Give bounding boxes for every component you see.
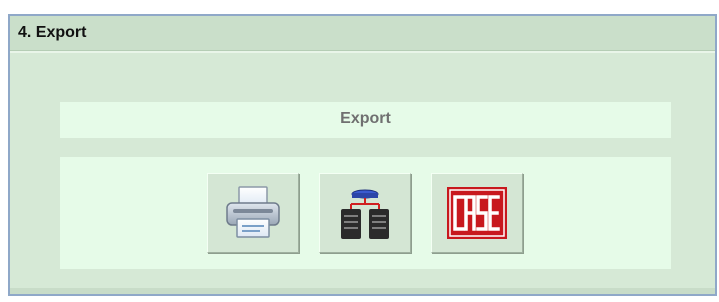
export-button-bar: [60, 157, 671, 269]
print-button[interactable]: [207, 173, 299, 253]
panel-bottom-edge: [10, 288, 715, 294]
export-label-bar: Export: [60, 102, 671, 138]
panel-title: 4. Export: [18, 24, 87, 41]
printer-icon: [226, 186, 280, 238]
export-to-case-button[interactable]: [431, 173, 523, 253]
export-to-server-button[interactable]: [319, 173, 411, 253]
case-logo-icon: [447, 187, 507, 239]
panel-header: 4. Export: [10, 16, 715, 53]
export-section-label: Export: [340, 110, 391, 127]
export-panel: 4. Export Export: [8, 14, 717, 296]
server-network-icon: [341, 189, 389, 239]
